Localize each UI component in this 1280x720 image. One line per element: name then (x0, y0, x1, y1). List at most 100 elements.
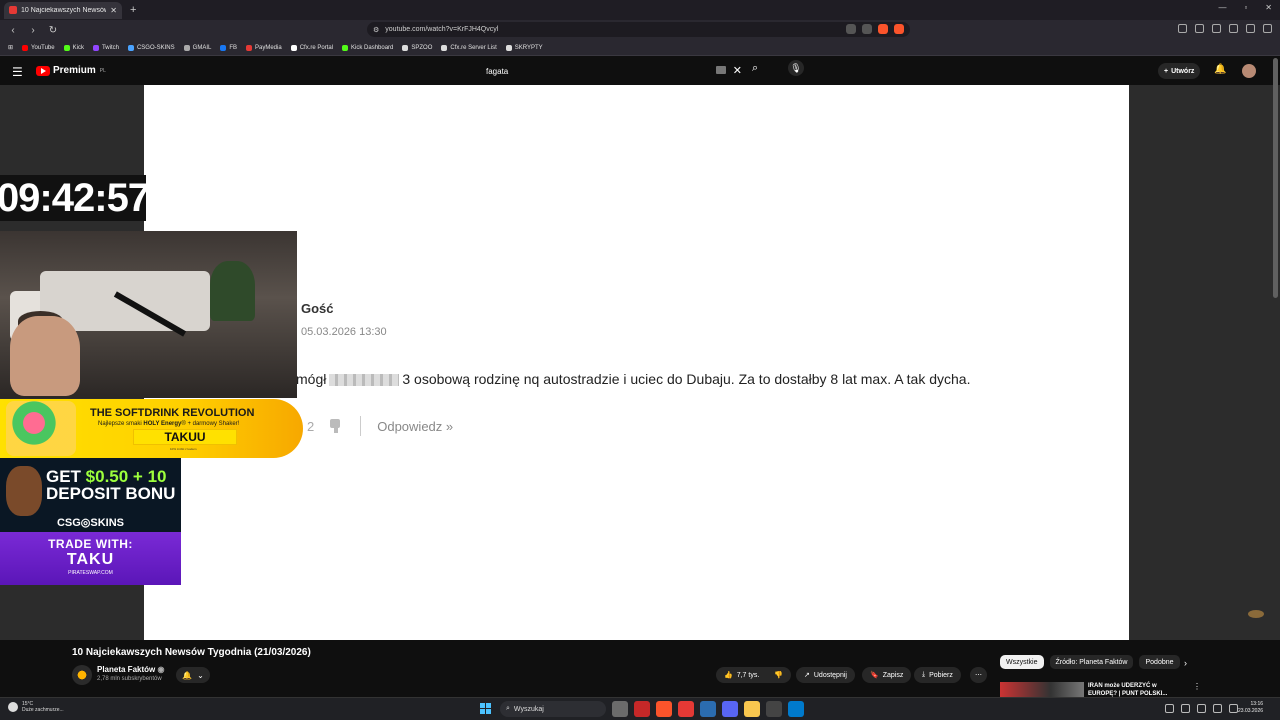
dislike-button[interactable]: 👎 (766, 667, 791, 683)
bookmark-item[interactable]: GMAIL (183, 44, 211, 51)
taskbar-search[interactable]: ⌕ Wyszukaj (500, 701, 606, 717)
volume-icon[interactable] (1197, 704, 1206, 713)
back-icon[interactable]: ‹ (6, 25, 20, 36)
download-button[interactable]: ⤓ Pobierz (914, 667, 961, 683)
bookmark-favicon-icon (441, 44, 448, 51)
extensions-icon[interactable] (1229, 24, 1238, 33)
save-button[interactable]: 🔖 Zapisz (862, 667, 912, 683)
share-icon[interactable] (862, 24, 872, 34)
channel-name[interactable]: Planeta Faktów ◉ (97, 665, 164, 674)
video-info: 10 Najciekawszych Newsów Tygodnia (21/03… (0, 640, 1280, 697)
url-text: youtube.com/watch?v=KrFJH4Qvcyl (385, 26, 499, 33)
weather-widget[interactable]: 15°C Duże zachmurze... (8, 701, 64, 713)
network-icon[interactable] (1213, 704, 1222, 713)
promo1-headline: THE SOFTDRINK REVOLUTION (90, 407, 255, 419)
share-icon: ↗ (804, 672, 810, 679)
bookmark-item[interactable]: SKRYPTY (505, 44, 543, 51)
channel-name-text: Planeta Faktów (97, 665, 156, 674)
chips-next-icon[interactable]: › (1184, 658, 1187, 668)
taskbar-app-icon[interactable] (788, 701, 804, 717)
bookmark-item[interactable]: Kick Dashboard (342, 44, 393, 51)
clear-search-icon[interactable]: ✕ (733, 64, 742, 77)
notifications-bell-icon[interactable]: 🔔 (1214, 64, 1226, 75)
tray-app-icon[interactable] (1181, 704, 1190, 713)
bookmark-item[interactable]: Kick (63, 44, 84, 51)
chip-related[interactable]: Podobne (1139, 655, 1180, 669)
create-button[interactable]: + Utwórz (1158, 63, 1201, 79)
taskbar-app-icon[interactable] (678, 701, 694, 717)
tray-chevron-icon[interactable] (1165, 704, 1174, 713)
screenshot-icon[interactable] (846, 24, 856, 34)
bookmark-item[interactable]: CSGO-SKINS (127, 44, 175, 51)
apps-grid-icon[interactable]: ⊞ (8, 44, 13, 51)
more-actions-button[interactable]: ⋯ (970, 667, 987, 683)
holy-energy-can-image (6, 401, 76, 456)
page-scrollbar[interactable] (1273, 58, 1278, 298)
download-icon: ⤓ (922, 671, 926, 678)
search-input[interactable]: fagata ✕ (476, 63, 746, 79)
share-button[interactable]: ↗ Udostępnij (796, 667, 855, 683)
browser-toolbar-extensions (1178, 24, 1272, 33)
taskbar-app-icon[interactable] (722, 701, 738, 717)
channel-avatar[interactable] (72, 665, 92, 685)
bookmark-favicon-icon (402, 44, 409, 51)
media-icon[interactable] (1178, 24, 1187, 33)
taskbar-app-icon[interactable] (656, 701, 672, 717)
forward-icon[interactable]: › (26, 25, 40, 36)
maximize-icon[interactable]: ▫ (1244, 3, 1247, 12)
wallet-icon[interactable] (1212, 24, 1221, 33)
taskbar-search-label: Wyszukaj (513, 705, 544, 713)
brave-rewards-icon[interactable] (894, 24, 904, 34)
keyboard-icon[interactable] (716, 66, 726, 74)
minimize-icon[interactable]: — (1218, 3, 1226, 12)
bookmark-item[interactable]: SPZOO (402, 44, 432, 51)
webcam-streamer (10, 316, 80, 396)
chip-all[interactable]: Wszystkie (1000, 655, 1044, 669)
tab-close-icon[interactable]: ✕ (110, 6, 117, 15)
taskbar-app-icon[interactable] (766, 701, 782, 717)
taskbar-app-icon[interactable] (634, 701, 650, 717)
windows-start-icon[interactable] (480, 703, 492, 715)
menu-icon[interactable] (1263, 24, 1272, 33)
vpn-icon[interactable] (1246, 24, 1255, 33)
taskbar-app-icon[interactable] (744, 701, 760, 717)
browser-tab[interactable]: 10 Najciekawszych Newsów T... ✕ (4, 1, 122, 19)
stream-clock: 09:42:57 (0, 175, 150, 221)
screen: 10 Najciekawszych Newsów T... ✕ + — ▫ ✕ … (0, 0, 1280, 720)
site-settings-icon[interactable]: ⚙ (373, 26, 379, 34)
speaker-icon[interactable] (1229, 704, 1238, 713)
bookmark-item[interactable]: Cfx.re Server List (441, 44, 497, 51)
sidebar-icon[interactable] (1195, 24, 1204, 33)
menu-hamburger-icon[interactable]: ☰ (12, 65, 23, 79)
tab-title: 10 Najciekawszych Newsów T... (21, 6, 107, 14)
taskbar-app-icon[interactable] (700, 701, 716, 717)
bookmark-item[interactable]: FB (220, 44, 237, 51)
new-tab-button[interactable]: + (130, 4, 136, 16)
voice-search-icon[interactable]: 🎙 (788, 60, 804, 76)
address-bar[interactable]: ⚙ youtube.com/watch?v=KrFJH4Qvcyl (367, 22, 910, 37)
bookmark-item[interactable]: Cfx.re Portal (290, 44, 333, 51)
bookmark-item[interactable]: YouTube (22, 44, 55, 51)
weather-text: 15°C Duże zachmurze... (22, 701, 64, 713)
close-window-icon[interactable]: ✕ (1265, 3, 1272, 12)
youtube-logo[interactable]: Premium PL (36, 65, 106, 76)
bookmark-item[interactable]: PayMedia (246, 44, 282, 51)
recommended-menu-icon[interactable]: ⋮ (1193, 682, 1201, 691)
account-avatar[interactable] (1242, 64, 1256, 78)
recommended-thumbnail[interactable] (1000, 682, 1084, 697)
brave-shield-icon[interactable] (878, 24, 888, 34)
youtube-favicon-icon (9, 6, 17, 14)
bookmark-label: PayMedia (255, 44, 282, 51)
chevron-down-icon: ⌄ (197, 670, 204, 680)
reload-icon[interactable]: ↻ (46, 25, 60, 36)
bookmark-label: Kick (72, 44, 84, 51)
subscription-bell-button[interactable]: 🔔 ⌄ (176, 667, 210, 683)
search-icon[interactable]: ⌕ (752, 62, 758, 75)
taskbar-app-icon[interactable] (612, 701, 628, 717)
taskbar-clock[interactable]: 13:16 23.03.2026 (1238, 701, 1263, 715)
bookmark-item[interactable]: Twitch (92, 44, 119, 51)
recommended-title[interactable]: IRAN może UDERZYĆ w EUROPĘ? | PUNT POLSK… (1088, 682, 1167, 698)
chip-source[interactable]: Źródło: Planeta Faktów (1049, 655, 1134, 669)
like-button[interactable]: 👍 7,7 tys. (716, 667, 768, 683)
comment-text: mógł 3 osobową rodzinę nq autostradzie i … (296, 371, 970, 387)
